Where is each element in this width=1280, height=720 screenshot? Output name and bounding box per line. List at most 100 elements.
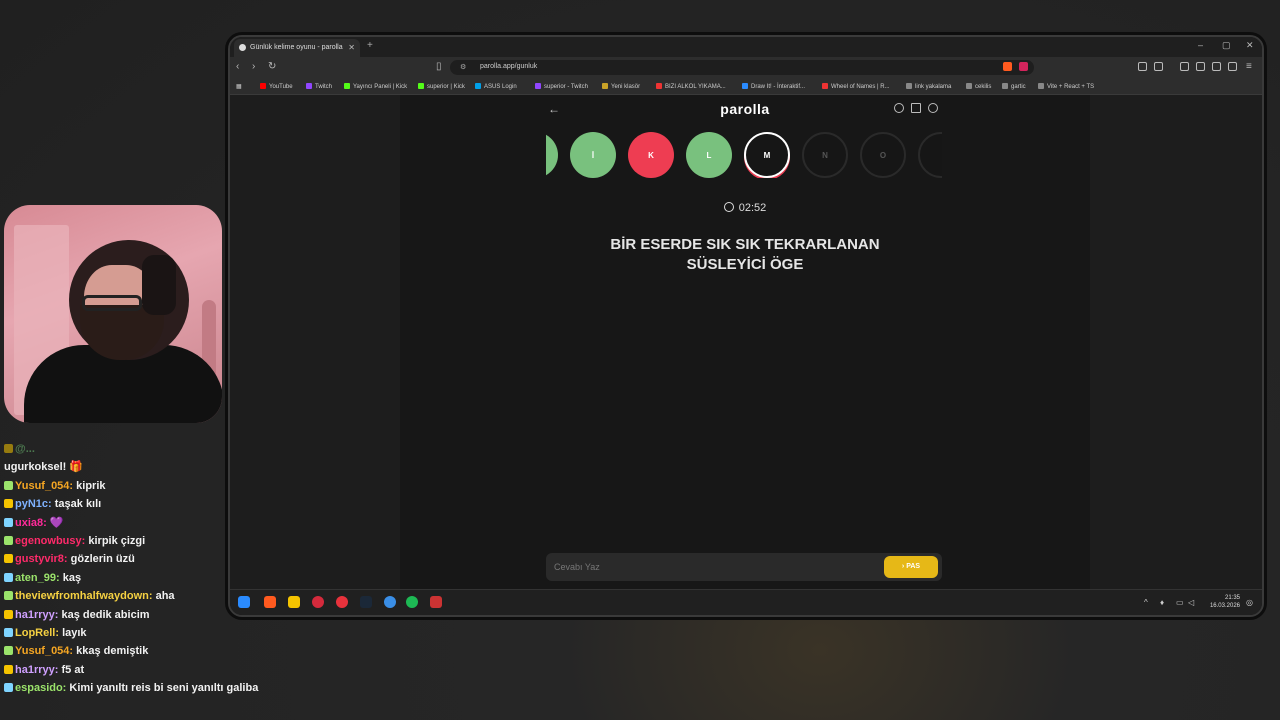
brave-shield-icon[interactable] <box>1003 62 1012 71</box>
app-header: ← parolla <box>400 95 1090 123</box>
notification-icon[interactable]: ◎ <box>1246 598 1253 607</box>
apps-grid-icon[interactable]: ▦ <box>236 83 242 90</box>
answer-box: › PAS <box>546 553 942 581</box>
question-line-1: BİR ESERDE SIK SIK TEKRARLANAN <box>610 236 880 253</box>
app-title: parolla <box>720 101 770 117</box>
bookmark-favicon-icon <box>656 83 662 89</box>
pass-button[interactable]: › PAS <box>884 556 938 578</box>
forward-icon[interactable]: › <box>252 61 255 72</box>
close-tab-icon[interactable]: ✕ <box>348 43 355 52</box>
chat-badge-icon <box>4 609 13 619</box>
chat-message: Yusuf_054: kkaş demiştik <box>4 642 304 660</box>
chat-username[interactable]: ha1rryy: <box>15 609 58 621</box>
chat-text: gözlerin üzü <box>70 553 135 566</box>
chat-username[interactable]: aten_99: <box>15 572 60 584</box>
taskbar-clock[interactable]: 21:35 16.03.2026 <box>1210 594 1240 610</box>
bookmarks-bar: ▦ YouTube Twitch Yayıncı Paneli | Kick supe… <box>230 77 1262 95</box>
app-tool-icon[interactable] <box>430 596 442 608</box>
info-icon[interactable] <box>894 103 904 113</box>
bookmark-item[interactable]: gartic <box>1002 83 1026 90</box>
bookmark-favicon-icon <box>344 83 350 89</box>
chat-message: ha1rryy: f5 at <box>4 661 304 679</box>
taskbar-time: 21:35 <box>1224 595 1240 601</box>
puzzle-icon[interactable] <box>1212 62 1221 71</box>
app-blue-icon[interactable] <box>384 596 396 608</box>
chat-username[interactable]: uxia8: <box>15 517 47 529</box>
bookmark-item[interactable]: link yakalama <box>906 83 951 90</box>
question-line-2: SÜSLEYİCİ ÖGE <box>686 256 804 273</box>
chat-text: Kimi yanıltı reis bi seni yanıltı galiba <box>69 682 259 695</box>
back-icon[interactable]: ‹ <box>236 61 239 72</box>
tab-parolla[interactable]: Günlük kelime oyunu - parolla ✕ <box>234 39 360 57</box>
chat-username[interactable]: pyN1c: <box>15 498 52 510</box>
bookmark-favicon-icon <box>306 83 312 89</box>
bookmark-label: Vite + React + TS <box>1047 84 1095 90</box>
bookmark-item[interactable]: Vite + React + TS <box>1038 83 1094 90</box>
brave-rewards-icon[interactable] <box>1019 62 1028 71</box>
steam-icon[interactable] <box>360 596 372 608</box>
maps-pin-icon[interactable] <box>312 596 324 608</box>
extensions-icon[interactable] <box>1138 62 1147 71</box>
bookmark-label: YouTube <box>269 84 293 90</box>
url-text: parolla.app/gunluk <box>480 63 538 70</box>
reload-icon[interactable]: ↻ <box>268 61 276 72</box>
bookmark-label: superior - Twitch <box>544 84 588 90</box>
page-viewport: ← parolla HİKLMNO 02:52 BİR ESERDE SIK S… <box>230 95 1262 589</box>
chat-username[interactable]: egenowbusy: <box>15 535 85 547</box>
chat-username[interactable]: theviewfromhalfwaydown: <box>15 590 153 602</box>
chat-text: ugurkoksel! 🎁 <box>4 461 84 474</box>
stats-icon[interactable] <box>911 103 921 113</box>
minimize-icon[interactable]: – <box>1198 40 1203 50</box>
bookmark-item[interactable]: Yeni klasör <box>602 83 640 90</box>
bookmark-label: Wheel of Names | R... <box>831 84 890 90</box>
chat-username[interactable]: Yusuf_054: <box>15 645 73 657</box>
bookmark-item[interactable]: ASUS Login <box>475 83 517 90</box>
bookmark-item[interactable]: superior | Kick <box>418 83 465 90</box>
app-red-icon[interactable] <box>336 596 348 608</box>
chat-username[interactable]: @... <box>15 443 35 455</box>
new-tab-icon[interactable]: + <box>367 40 373 51</box>
profile-icon[interactable] <box>928 103 938 113</box>
cast-icon[interactable] <box>1154 62 1163 71</box>
bookmark-item[interactable]: Twitch <box>306 83 332 90</box>
answer-input[interactable] <box>554 559 854 575</box>
sidebar-icon[interactable] <box>1180 62 1189 71</box>
file-explorer-icon[interactable] <box>288 596 300 608</box>
menu-icon[interactable]: ≡ <box>1246 61 1252 72</box>
brave-browser-icon[interactable] <box>264 596 276 608</box>
bookmark-label: gartic <box>1011 84 1026 90</box>
bookmark-item[interactable]: Wheel of Names | R... <box>822 83 890 90</box>
chat-text: aha <box>155 590 175 603</box>
chevron-up-icon[interactable]: ^ <box>1144 598 1148 607</box>
chat-username[interactable]: Yusuf_054: <box>15 480 73 492</box>
bookmark-favicon-icon <box>535 83 541 89</box>
chat-text: kaş dedik abicim <box>61 608 150 621</box>
close-window-icon[interactable]: ✕ <box>1246 40 1254 51</box>
chat-username[interactable]: ha1rryy: <box>15 664 58 676</box>
windows-start-icon[interactable] <box>238 596 250 608</box>
spotify-icon[interactable] <box>406 596 418 608</box>
bookmark-icon[interactable]: ▯ <box>436 61 442 72</box>
vpn-icon[interactable] <box>1228 62 1237 71</box>
chat-username[interactable]: LopRell: <box>15 627 59 639</box>
address-bar-row: ‹ › ↻ ▯ ⚙ parolla.app/gunluk ≡ <box>230 57 1262 77</box>
chat-message: espasido: Kimi yanıltı reis bi seni yanı… <box>4 679 304 697</box>
chat-username[interactable]: espasido: <box>15 682 66 694</box>
volume-icon[interactable]: ◁ <box>1188 598 1194 607</box>
maximize-icon[interactable]: ▢ <box>1222 40 1231 51</box>
bookmark-item[interactable]: Yayıncı Paneli | Kick <box>344 83 407 90</box>
bookmark-item[interactable]: superior - Twitch <box>535 83 588 90</box>
site-info-icon[interactable]: ⚙ <box>460 63 466 71</box>
mic-icon[interactable]: ♦ <box>1160 598 1164 607</box>
network-icon[interactable]: ▭ <box>1176 598 1184 607</box>
chat-text: taşak kılı <box>54 498 102 511</box>
chat-badge-icon <box>4 536 13 546</box>
bookmark-item[interactable]: Draw It! - İnteraktif... <box>742 83 805 90</box>
wallet-icon[interactable] <box>1196 62 1205 71</box>
url-field[interactable]: ⚙ parolla.app/gunluk <box>450 60 1034 75</box>
bookmark-item[interactable]: BIZI ALKOL YIKAMA... <box>656 83 726 90</box>
bookmark-item[interactable]: cekilis <box>966 83 991 90</box>
chat-username[interactable]: gustyvir8: <box>15 553 68 565</box>
bookmark-item[interactable]: YouTube <box>260 83 293 90</box>
bookmark-favicon-icon <box>966 83 972 89</box>
